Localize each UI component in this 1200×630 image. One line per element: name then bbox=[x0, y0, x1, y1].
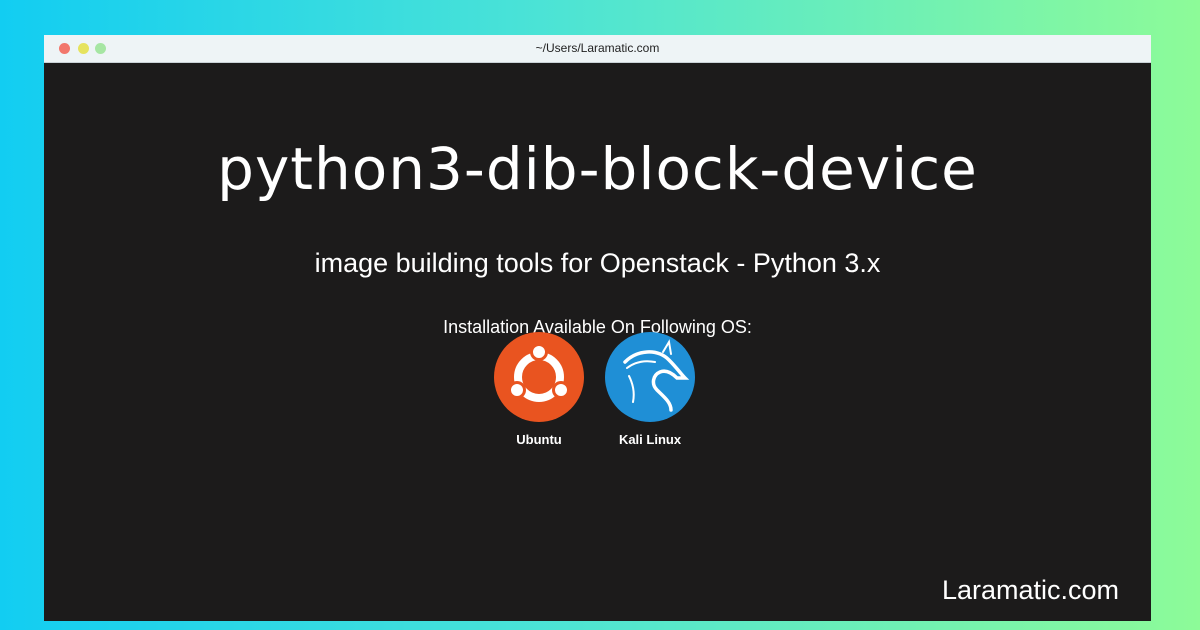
package-description: image building tools for Openstack - Pyt… bbox=[314, 248, 881, 278]
brand-name: Laramatic.com bbox=[941, 575, 1119, 605]
title-bar: ~/Users/Laramatic.com bbox=[44, 35, 1151, 63]
os-item-ubuntu[interactable]: Ubuntu bbox=[484, 332, 594, 447]
address-text: ~/Users/Laramatic.com bbox=[535, 41, 660, 55]
os-label-kali-linux: Kali Linux bbox=[618, 432, 682, 447]
browser-window: ~/Users/Laramatic.com python3-dib-block-… bbox=[44, 35, 1151, 621]
ubuntu-icon bbox=[494, 332, 584, 422]
os-item-kali-linux[interactable]: Kali Linux bbox=[595, 332, 705, 447]
os-label-ubuntu: Ubuntu bbox=[516, 432, 562, 447]
page-title: python3-dib-block-device bbox=[217, 135, 978, 203]
kali-linux-icon bbox=[605, 332, 695, 422]
